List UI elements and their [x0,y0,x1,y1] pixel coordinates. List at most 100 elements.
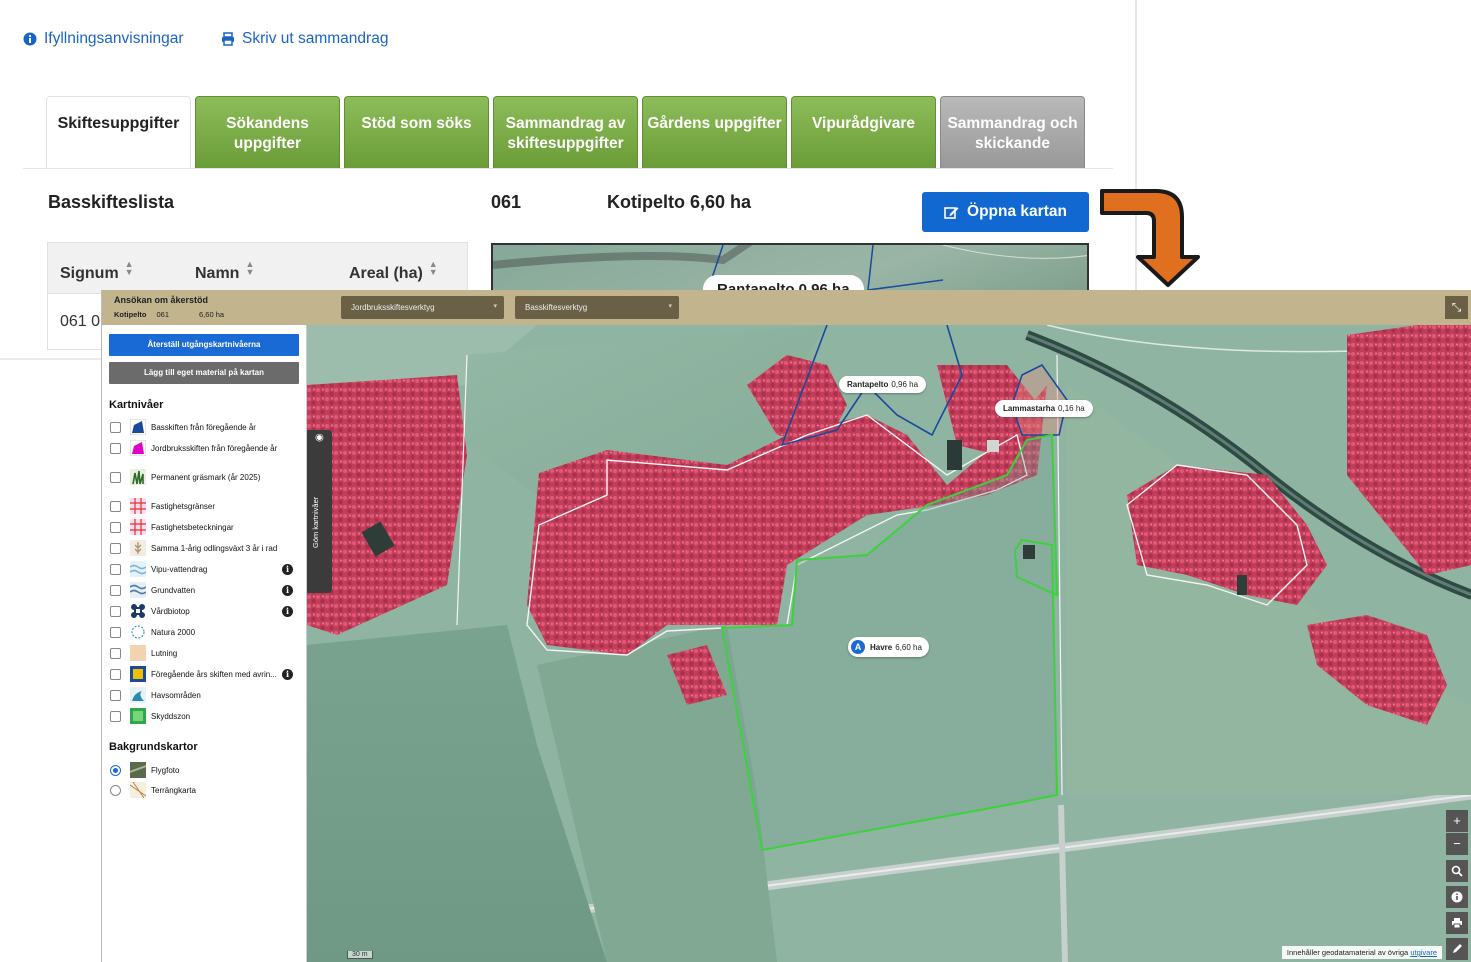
tab-field-info[interactable]: Skiftesuppgifter [46,96,191,169]
layer-slope[interactable]: Lutning [110,644,300,662]
open-map-button[interactable]: Öppna kartan [922,192,1089,232]
zoom-out-button[interactable]: − [1446,833,1468,855]
col-signum[interactable]: Signum ▲ ▼ [60,260,134,283]
sort-icon: ▲ ▼ [245,259,255,277]
layer-permanent-grass[interactable]: Permanent gräsmark (år 2025) [110,468,300,486]
tab-farm-info[interactable]: Gårdens uppgifter [642,96,787,169]
map-label-area: 0,16 ha [1058,404,1085,413]
info-icon[interactable]: i [282,584,293,596]
layer-crop-rotation[interactable]: Samma 1-årig odlingsväxt 3 år i rad [110,539,300,557]
layer-checkbox[interactable] [110,689,121,701]
waterway-icon [130,561,146,577]
layer-runoff[interactable]: Föregående års skiften med avrin... i [110,665,300,683]
layer-property-ids[interactable]: Fastighetsbeteckningar [110,518,300,536]
layer-label: Permanent gräsmark (år 2025) [151,472,261,482]
field-code: 061 [491,192,522,212]
layer-label: Föregående års skiften med avrin... [151,669,277,679]
layer-groundwater[interactable]: Grundvatten i [110,581,300,599]
print-icon[interactable] [1446,912,1468,934]
add-own-material-button[interactable]: Lägg till eget material på kartan [109,362,299,384]
layer-checkbox[interactable] [110,605,121,617]
map-label-area: 0,96 ha [891,380,919,389]
layers-heading: Kartnivåer [109,399,164,411]
col-area[interactable]: Areal (ha) ▲ ▼ [349,260,438,283]
curved-arrow-icon [1100,189,1200,287]
map-view[interactable]: Rantapelto 0,96 ha Lammastarha 0,16 ha A Ha… [307,325,1471,962]
layer-checkbox[interactable] [110,521,121,533]
printer-icon [222,32,234,46]
col-name[interactable]: Namn ▲ ▼ [195,260,254,283]
layer-checkbox[interactable] [110,542,121,554]
layer-buffer-zone[interactable]: Skyddszon [110,707,300,725]
attribution-link[interactable]: utgivare [1410,948,1437,957]
hide-layers-tab[interactable]: ◉ Göm kartnivåer [307,430,332,593]
bgmap-terrain[interactable]: Terrängkarta [110,781,300,799]
layer-checkbox[interactable] [110,563,121,575]
zoom-in-button[interactable]: + [1446,810,1468,832]
instructions-link-label: Ifyllningsanvisningar [44,30,184,47]
tab-support-applied[interactable]: Stöd som söks [344,96,489,169]
map-label-name: Lammastarha [1003,404,1056,413]
bgmap-label: Terrängkarta [151,785,196,795]
reset-layers-button[interactable]: Återställ utgångskartnivåerna [109,334,299,356]
agri-tools-label: Jordbruksskiftesverktyg [351,303,435,312]
sort-icon: ▲ ▼ [428,259,438,277]
bgmap-radio-selected[interactable] [110,764,121,776]
field-name-area: Kotipelto 6,60 ha [607,192,752,212]
table-header: Signum ▲ ▼ Namn ▲ ▼ Areal (ha) ▲ ▼ [47,242,468,294]
layer-checkbox[interactable] [110,421,121,433]
print-summary-link-label: Skriv ut sammandrag [242,30,389,47]
layer-base-parcels[interactable]: Basskiften från föregående år [110,418,300,436]
app-subtitle: Kotipelto 061 6,60 ha [114,310,224,319]
crop-badge: A [851,640,865,654]
instructions-link[interactable]: Ifyllningsanvisningar [23,30,184,48]
agri-tools-dropdown[interactable]: Jordbruksskiftesverktyg ▾ [341,296,504,319]
map-label-lammastarha[interactable]: Lammastarha 0,16 ha [995,400,1093,417]
layer-property-borders[interactable]: Fastighetsgränser [110,497,300,515]
search-icon[interactable] [1446,860,1468,882]
info-icon[interactable]: i [282,668,293,680]
fullscreen-icon[interactable]: ⤡ [1445,296,1468,319]
print-summary-link[interactable]: Skriv ut sammandrag [221,30,388,48]
layer-label: Vårdbiotop [151,606,190,616]
aerial-photo-icon [130,762,146,778]
bgmap-label: Flygfoto [151,765,180,775]
layer-checkbox[interactable] [110,584,121,596]
layer-natura[interactable]: Natura 2000 [110,623,300,641]
layer-vipu-waterways[interactable]: Vipu-vattendrag i [110,560,300,578]
map-label-area: 6,60 ha [895,643,922,652]
slope-icon [130,645,146,661]
layer-agri-parcels[interactable]: Jordbruksskiften från föregående år [110,439,300,457]
tab-vipu-advisor[interactable]: Vipurådgivare [791,96,936,169]
info-icon[interactable] [1446,886,1468,908]
sub-field-code: 061 [156,310,170,319]
layer-checkbox[interactable] [110,500,121,512]
layer-biotope[interactable]: Vårdbiotop i [110,602,300,620]
tab-summary-send[interactable]: Sammandrag och skickande [940,96,1085,169]
layer-sea-areas[interactable]: Havsområden [110,686,300,704]
info-icon[interactable]: i [282,563,293,575]
tab-applicant-info[interactable]: Sökandens uppgifter [195,96,340,169]
layer-checkbox[interactable] [110,710,121,722]
layer-label: Natura 2000 [151,627,196,637]
tab-field-summary[interactable]: Sammandrag av skiftesuppgifter [493,96,638,169]
biotope-icon [131,604,145,618]
bgmap-aerial[interactable]: Flygfoto [110,761,300,779]
info-icon[interactable]: i [282,605,293,617]
col-name-label: Namn [195,265,240,282]
pencil-icon[interactable] [1446,938,1468,960]
map-label-havre[interactable]: A Havre 6,60 ha [848,637,929,657]
bgmap-radio[interactable] [110,784,121,796]
terrain-map-icon [130,782,146,798]
layer-checkbox[interactable] [110,647,121,659]
base-parcels-icon [130,419,146,435]
layer-checkbox[interactable] [110,442,121,454]
chevron-down-icon: ▾ [668,303,672,310]
base-tools-dropdown[interactable]: Basskiftesverktyg ▾ [515,296,679,319]
layer-label: Lutning [151,648,178,658]
layer-checkbox[interactable] [110,626,121,638]
sub-field-name: Kotipelto [114,310,147,319]
layer-checkbox[interactable] [110,471,121,483]
map-label-rantapelto[interactable]: Rantapelto 0,96 ha [839,376,927,393]
layer-checkbox[interactable] [110,668,121,680]
